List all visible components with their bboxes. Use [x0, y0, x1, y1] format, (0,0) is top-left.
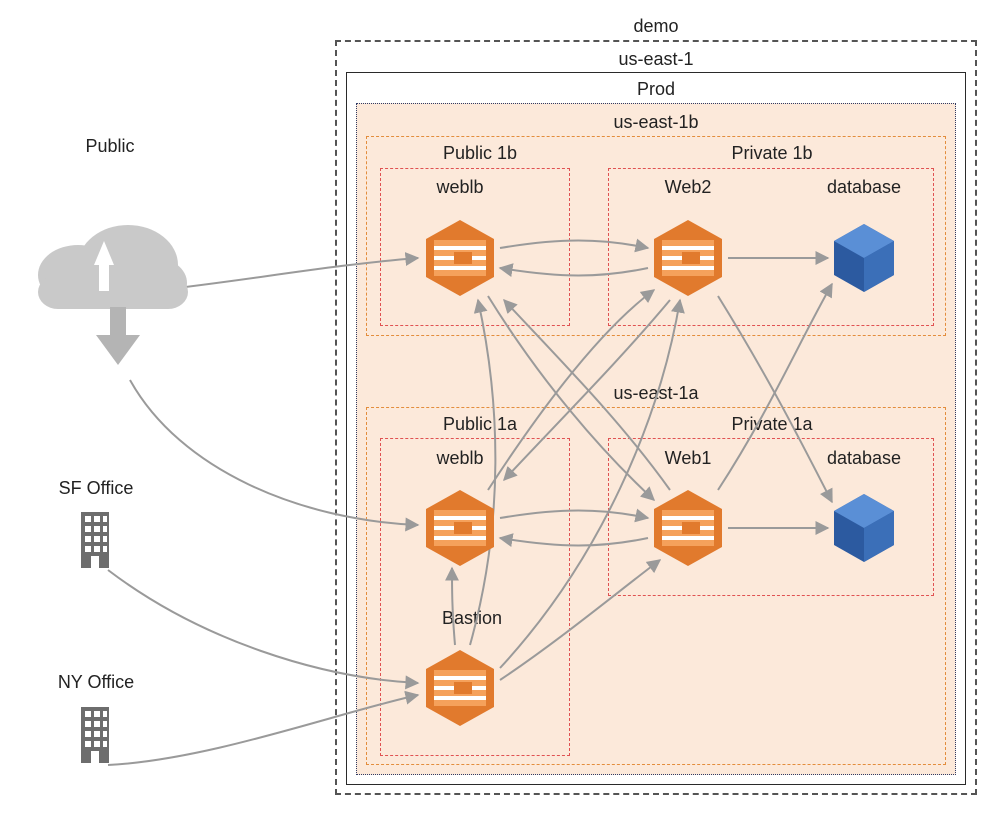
external-public-label: Public — [85, 136, 134, 157]
container-vpc-label: Prod — [637, 79, 675, 100]
node-web1-label: Web1 — [665, 448, 712, 469]
building-icon-ny — [81, 707, 109, 763]
container-private-1a-label: Private 1a — [731, 414, 812, 435]
container-az-a-label: us-east-1a — [613, 383, 698, 404]
container-public-1a — [380, 438, 570, 756]
container-public-1b-label: Public 1b — [443, 143, 517, 164]
container-az-b-label: us-east-1b — [613, 112, 698, 133]
node-db-a-label: database — [827, 448, 901, 469]
container-private-1b-label: Private 1b — [731, 143, 812, 164]
container-public-1a-label: Public 1a — [443, 414, 517, 435]
node-weblb-b-label: weblb — [436, 177, 483, 198]
node-db-b-label: database — [827, 177, 901, 198]
container-region-label: us-east-1 — [618, 49, 693, 70]
node-web2-label: Web2 — [665, 177, 712, 198]
container-account-label: demo — [633, 16, 678, 37]
external-ny-label: NY Office — [58, 672, 134, 693]
node-weblb-a-label: weblb — [436, 448, 483, 469]
node-bastion-label: Bastion — [442, 608, 502, 629]
external-sf-label: SF Office — [59, 478, 134, 499]
building-icon-sf — [81, 512, 109, 568]
cloud-icon — [38, 225, 188, 365]
